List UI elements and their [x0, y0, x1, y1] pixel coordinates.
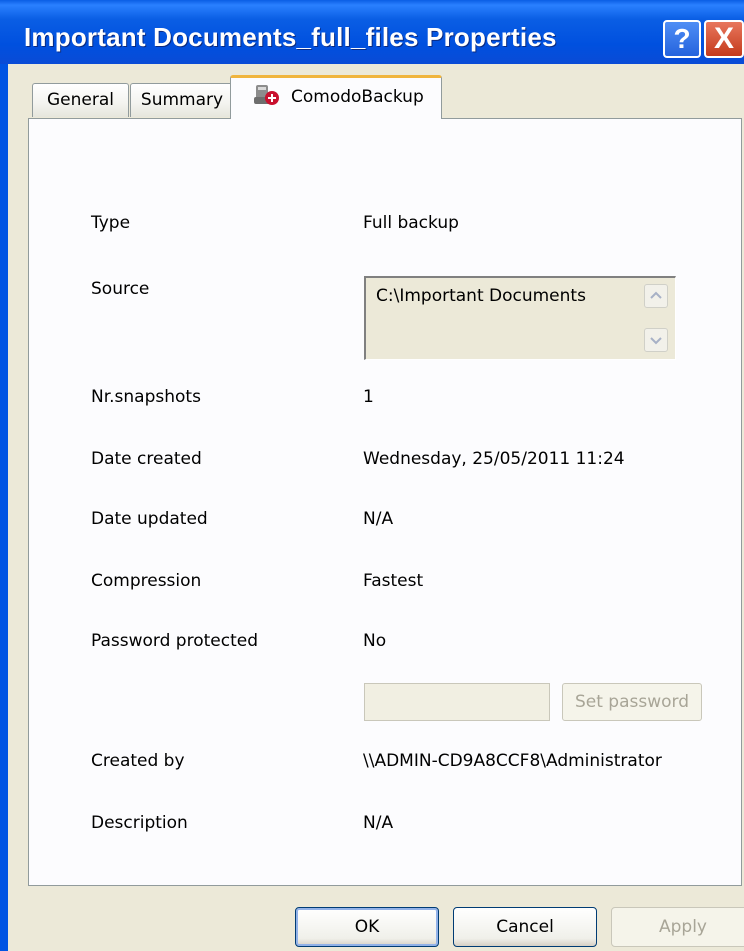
- close-button[interactable]: X: [704, 20, 744, 58]
- cancel-button[interactable]: Cancel: [453, 907, 597, 947]
- date-created-label: Date created: [91, 449, 202, 469]
- source-value: C:\Important Documents: [376, 286, 586, 306]
- created-by-value: \\ADMIN-CD9A8CCF8\Administrator: [363, 751, 662, 771]
- apply-button[interactable]: Apply: [611, 907, 744, 947]
- date-updated-value: N/A: [363, 509, 394, 529]
- snapshots-value: 1: [363, 387, 374, 407]
- password-protected-label: Password protected: [91, 631, 259, 651]
- ok-button[interactable]: OK: [295, 907, 439, 947]
- type-value: Full backup: [363, 213, 459, 233]
- dialog-body: General Summary ComodoBackup Type Full b…: [8, 64, 744, 951]
- date-updated-label: Date updated: [91, 509, 208, 529]
- properties-window: Important Documents_full_files Propertie…: [0, 0, 744, 951]
- chevron-down-icon: [650, 337, 662, 345]
- source-textbox[interactable]: C:\Important Documents: [364, 276, 676, 360]
- tab-summary[interactable]: Summary: [130, 83, 234, 117]
- compression-label: Compression: [91, 571, 202, 591]
- password-protected-value: No: [363, 631, 387, 651]
- description-label: Description: [91, 813, 188, 833]
- scroll-down-button[interactable]: [644, 328, 668, 352]
- compression-value: Fastest: [363, 571, 424, 591]
- tab-general[interactable]: General: [32, 83, 129, 117]
- snapshots-label: Nr.snapshots: [91, 387, 201, 407]
- description-value: N/A: [363, 813, 394, 833]
- title-bar[interactable]: Important Documents_full_files Propertie…: [0, 0, 744, 64]
- window-title: Important Documents_full_files Propertie…: [24, 22, 557, 52]
- created-by-label: Created by: [91, 751, 185, 771]
- comodobackup-panel: Type Full backup Source C:\Important Doc…: [28, 118, 742, 886]
- comodo-backup-icon: [253, 83, 281, 107]
- chevron-up-icon: [650, 291, 662, 299]
- set-password-button[interactable]: Set password: [562, 683, 702, 721]
- source-label: Source: [91, 279, 150, 299]
- password-input[interactable]: [364, 683, 550, 721]
- date-created-value: Wednesday, 25/05/2011 11:24: [363, 449, 625, 469]
- tab-comodobackup[interactable]: ComodoBackup: [230, 75, 442, 119]
- tab-comodobackup-label: ComodoBackup: [291, 87, 424, 107]
- scroll-up-button[interactable]: [644, 284, 668, 308]
- help-button[interactable]: ?: [663, 20, 701, 58]
- type-label: Type: [91, 213, 131, 233]
